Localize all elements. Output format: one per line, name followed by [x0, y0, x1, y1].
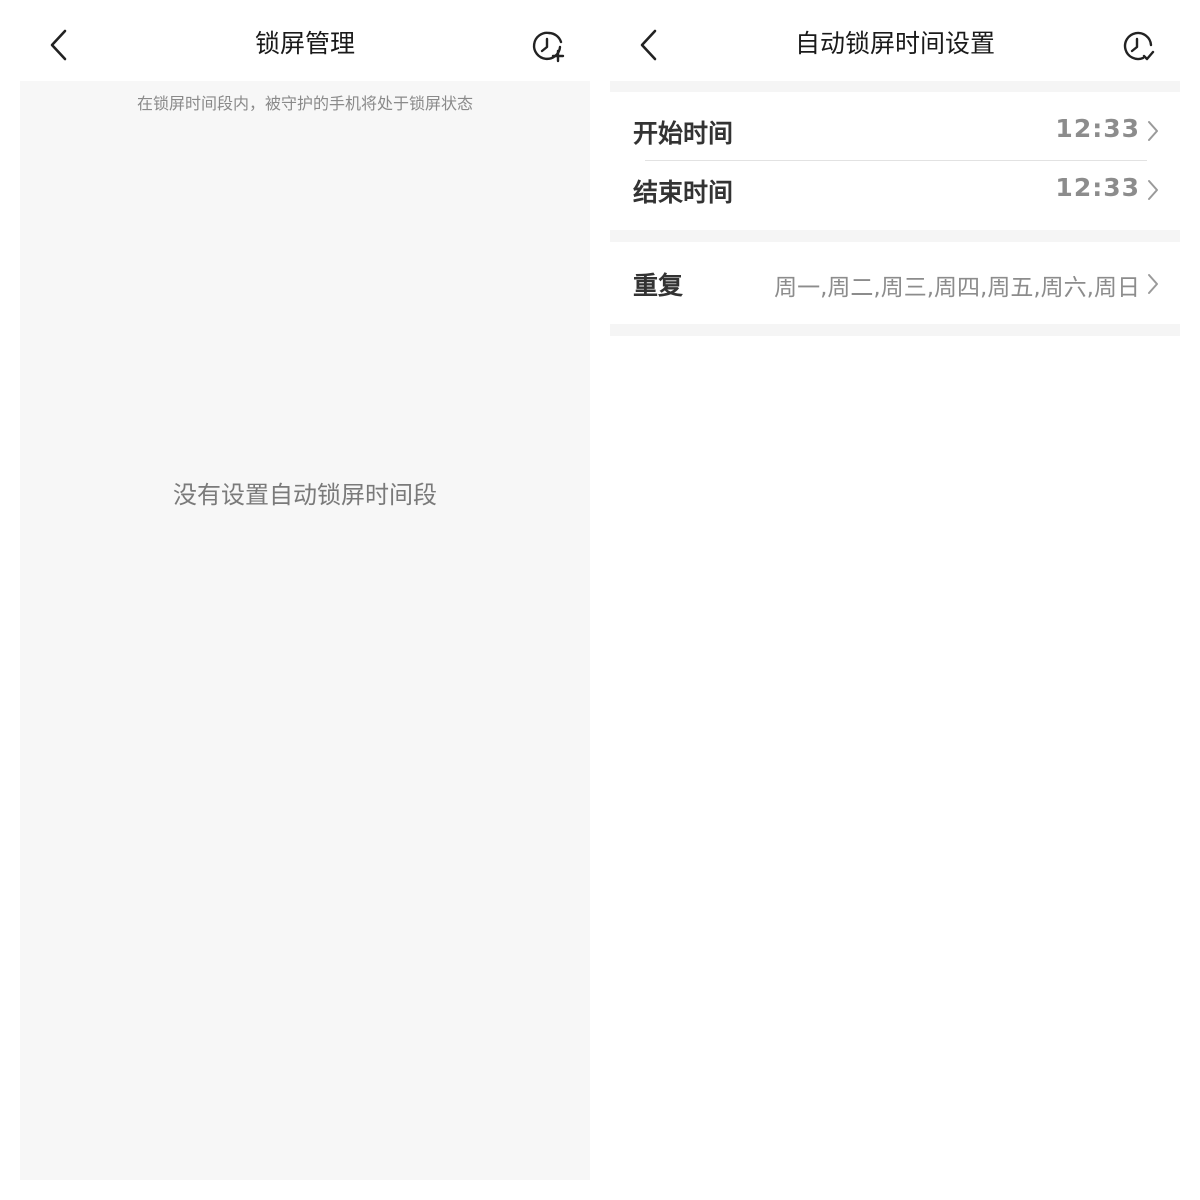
- section-gap: [610, 230, 1180, 242]
- empty-state-message: 没有设置自动锁屏时间段: [173, 481, 437, 509]
- page-title: 自动锁屏时间设置: [794, 29, 995, 58]
- confirm-schedule-button[interactable]: [1118, 26, 1158, 66]
- end-time-value: 12:33: [1055, 173, 1140, 202]
- header: 锁屏管理: [20, 0, 590, 81]
- header: 自动锁屏时间设置: [610, 0, 1180, 81]
- section-gap: [610, 324, 1180, 336]
- section-gap: [610, 81, 1180, 92]
- lock-screen-management-screen: 锁屏管理 在锁屏时间段内，被守护的手机将处于锁屏状态 没有设置自动锁屏时间段: [20, 0, 590, 1180]
- start-time-label: 开始时间: [633, 119, 734, 148]
- chevron-right-icon: [1148, 180, 1158, 200]
- add-schedule-button[interactable]: [528, 26, 568, 66]
- clock-plus-icon: [532, 31, 565, 63]
- chevron-right-icon: [1148, 274, 1158, 294]
- lock-period-hint: 在锁屏时间段内，被守护的手机将处于锁屏状态: [136, 94, 473, 113]
- start-time-value: 12:33: [1055, 114, 1140, 143]
- repeat-row[interactable]: 重复 周一,周二,周三,周四,周五,周六,周日: [610, 252, 1180, 314]
- repeat-label: 重复: [633, 271, 684, 300]
- auto-lock-time-settings-screen: 自动锁屏时间设置 开始时间 12:33 结束时间 12:33 重复 周一,周二,…: [610, 0, 1180, 1180]
- end-time-row[interactable]: 结束时间 12:33: [610, 161, 1180, 221]
- repeat-days-value: 周一,周二,周三,周四,周五,周六,周日: [774, 275, 1140, 301]
- clock-check-icon: [1123, 31, 1155, 61]
- start-time-row[interactable]: 开始时间 12:33: [610, 102, 1180, 160]
- page-title: 锁屏管理: [254, 29, 355, 58]
- end-time-label: 结束时间: [633, 178, 734, 207]
- chevron-right-icon: [1148, 121, 1158, 141]
- content-area: 在锁屏时间段内，被守护的手机将处于锁屏状态 没有设置自动锁屏时间段: [20, 81, 590, 1180]
